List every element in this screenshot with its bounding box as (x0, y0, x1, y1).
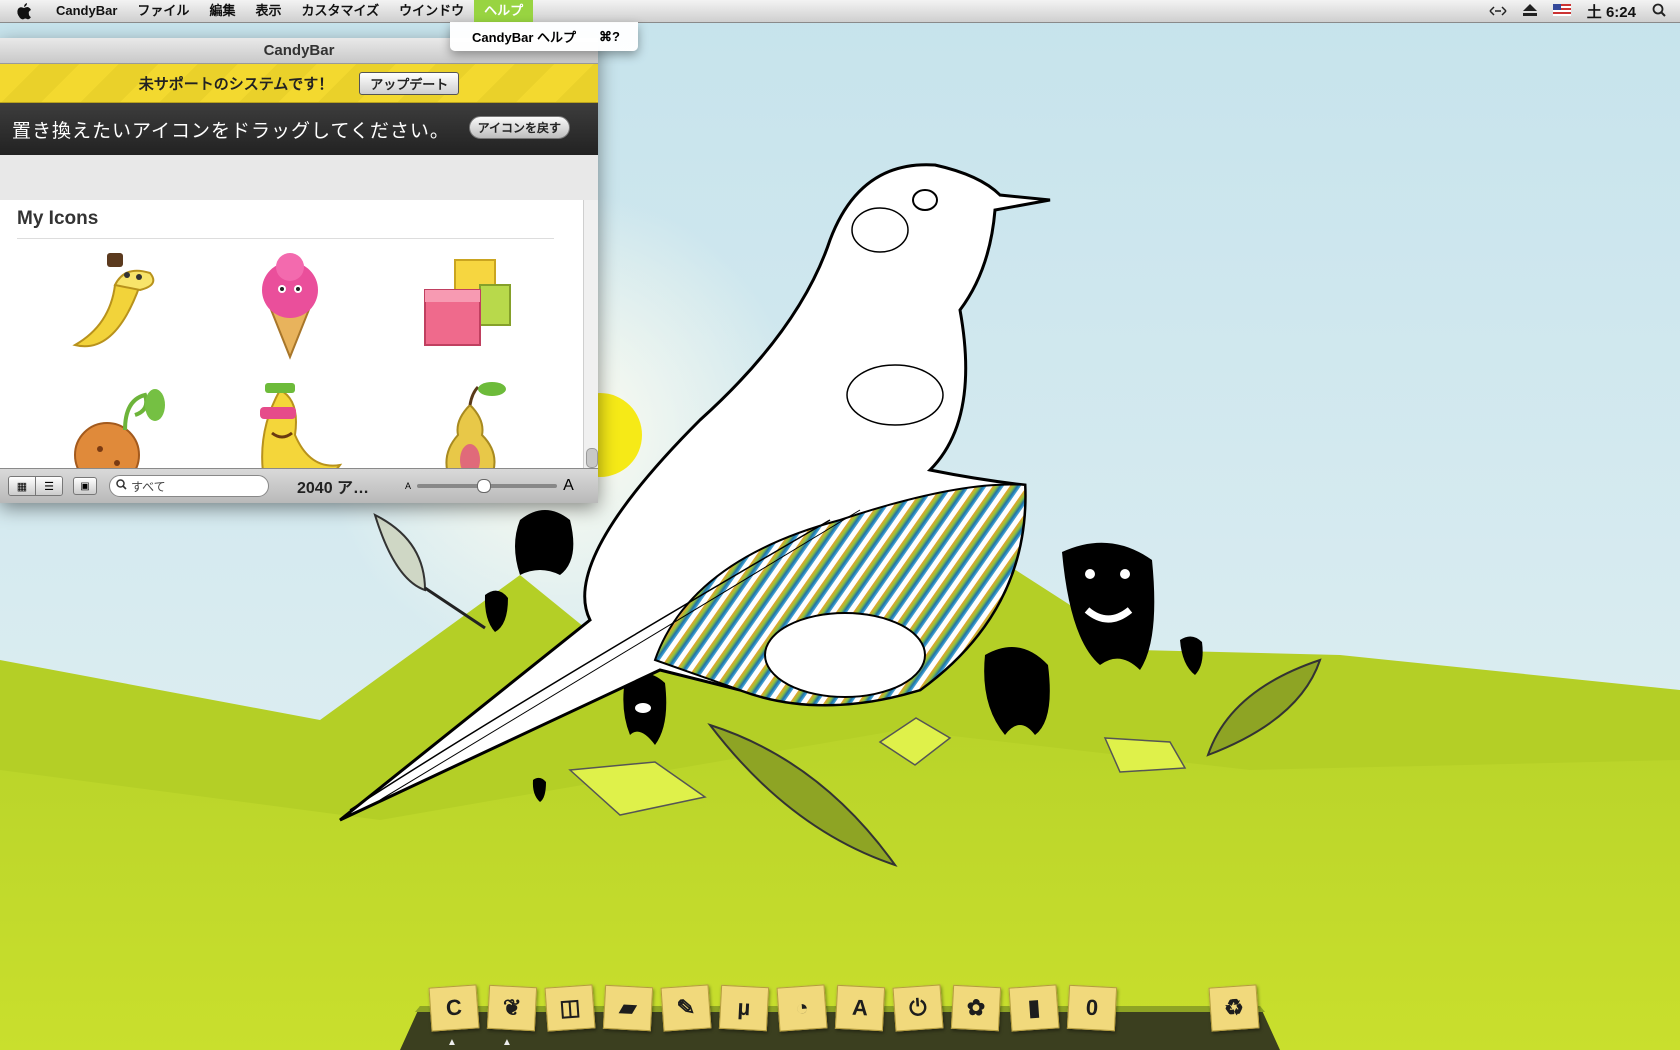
dock-item-pen-icon[interactable]: ✎ (660, 984, 712, 1032)
menu-view[interactable]: 表示 (245, 0, 291, 22)
dock-item-utorrent-icon[interactable]: µ (718, 984, 770, 1032)
icon-count: 2040 ア… (297, 480, 370, 497)
menu-clock[interactable]: 土 6:24 (1587, 1, 1636, 22)
dock-item-pawprint-icon[interactable]: ✿ (950, 984, 1002, 1032)
warning-text: 未サポートのシステムです！ (138, 75, 334, 93)
menu-app[interactable]: CandyBar (46, 0, 127, 22)
window-footer: ▦ ☰ ▣ すべて 2040 ア… A A (0, 468, 598, 503)
dock-item-opera-icon[interactable]: 0 (1066, 984, 1118, 1032)
dock-item-preview-icon[interactable]: ◫ (544, 984, 596, 1032)
menu-customize[interactable]: カスタマイズ (291, 0, 389, 22)
restore-icons-button[interactable]: アイコンを戻す (468, 116, 570, 139)
running-indicator: ▲ (447, 1037, 457, 1048)
menu-file[interactable]: ファイル (127, 0, 199, 22)
icon-library-scrollbar[interactable] (583, 200, 598, 500)
eject-icon[interactable] (1522, 3, 1537, 19)
network-icon[interactable] (1489, 4, 1507, 19)
trash-icon[interactable]: ♻ (1208, 984, 1260, 1032)
small-size-icon: A (405, 481, 412, 491)
drop-zone-bar[interactable]: 置き換えたいアイコンをドラッグしてください。 アイコンを戻す (0, 103, 598, 155)
us-flag-icon[interactable] (1552, 3, 1571, 19)
ice-cream-icon[interactable] (220, 240, 360, 370)
dock-item-candybar-icon[interactable]: C (428, 984, 480, 1032)
help-menu-shortcut: ⌘? (599, 28, 620, 44)
apple-menu-icon[interactable] (16, 2, 38, 20)
dock-item-fox-app-icon[interactable]: ❦ (486, 984, 538, 1032)
dock-item-notebook-icon[interactable]: ▮ (1008, 984, 1060, 1032)
view-mode-toggle[interactable]: ▦ ☰ (8, 476, 63, 496)
search-placeholder: すべて (131, 479, 166, 494)
search-icon (116, 479, 127, 493)
unsupported-warning-bar: 未サポートのシステムです！ アップデート (0, 64, 598, 103)
dock: C ❦ ◫ ▰ ✎ µ ◔ A ⏻ ✿ ▮ 0 ♻ ▲ ▲ (400, 978, 1280, 1050)
menu-edit[interactable]: 編集 (199, 0, 245, 22)
icon-library: My Icons (0, 200, 584, 500)
dock-item-folder-icon[interactable]: ▰ (602, 984, 654, 1032)
dock-item-power-icon[interactable]: ⏻ (892, 984, 944, 1032)
zoom-slider-knob[interactable] (476, 479, 491, 493)
large-size-icon: A (563, 477, 574, 494)
zoom-slider-track[interactable] (417, 479, 558, 493)
candybar-window: CandyBar 未サポートのシステムです！ アップデート 置き換えたいアイコン… (0, 38, 598, 503)
dock-item-font-book-icon[interactable]: A (834, 984, 886, 1032)
help-menu-dropdown: CandyBar ヘルプ ⌘? (450, 22, 638, 51)
menu-help[interactable]: ヘルプ (474, 0, 534, 22)
scrollbar-thumb[interactable] (586, 448, 598, 468)
menu-bar: CandyBar ファイル 編集 表示 カスタマイズ ウインドウ ヘルプ 土 6… (0, 0, 1680, 23)
running-indicator: ▲ (502, 1037, 512, 1048)
help-menu-item[interactable]: CandyBar ヘルプ (472, 27, 576, 46)
menu-window[interactable]: ウインドウ (389, 0, 474, 22)
banana-character-icon[interactable] (45, 240, 185, 370)
grid-view-icon[interactable]: ▦ (9, 477, 35, 495)
candy-cubes-icon[interactable] (400, 240, 540, 370)
list-view-icon[interactable]: ☰ (35, 477, 62, 495)
spotlight-icon[interactable] (1652, 3, 1666, 20)
zoom-slider[interactable]: A A (405, 477, 574, 495)
status-area: 土 6:24 (1489, 0, 1666, 22)
search-field[interactable]: すべて (109, 475, 269, 497)
preview-toggle-icon[interactable]: ▣ (73, 477, 97, 495)
dock-item-chrome-icon[interactable]: ◔ (776, 984, 828, 1032)
update-button[interactable]: アップデート (359, 71, 460, 95)
section-divider (17, 238, 554, 239)
section-title: My Icons (17, 208, 99, 229)
drop-prompt: 置き換えたいアイコンをドラッグしてください。 (12, 120, 450, 142)
